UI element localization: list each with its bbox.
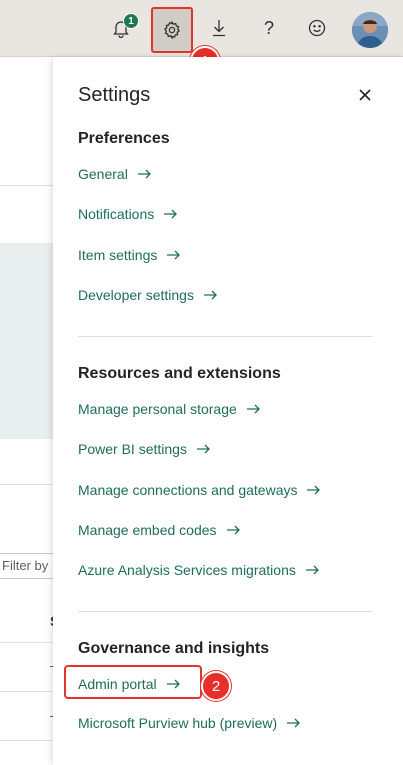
link-label: Manage embed codes: [78, 522, 217, 538]
section-heading-preferences: Preferences: [78, 130, 170, 147]
smile-icon[interactable]: [300, 11, 334, 45]
arrow-right-icon: [196, 444, 210, 454]
link-label: Azure Analysis Services migrations: [78, 562, 296, 578]
link-label: Notifications: [78, 206, 155, 222]
filter-input[interactable]: Filter by: [0, 553, 60, 579]
table-row-divider: [0, 740, 60, 741]
divider: [0, 185, 60, 186]
link-notifications[interactable]: Notifications: [78, 206, 178, 222]
table-row-divider: [0, 642, 60, 643]
arrow-right-icon: [226, 525, 240, 535]
table-row-divider: [0, 691, 60, 692]
link-manage-personal-storage[interactable]: Manage personal storage: [78, 401, 260, 417]
link-label: Manage personal storage: [78, 401, 237, 417]
arrow-right-icon: [307, 485, 321, 495]
section-heading-resources: Resources and extensions: [78, 365, 281, 382]
link-item-settings[interactable]: Item settings: [78, 247, 181, 263]
link-label: Developer settings: [78, 287, 194, 303]
link-admin-portal[interactable]: Admin portal: [78, 676, 180, 692]
step-callout-2: 2: [201, 671, 231, 701]
arrow-right-icon: [305, 565, 319, 575]
close-icon: [359, 89, 371, 101]
arrow-right-icon: [167, 250, 181, 260]
link-label: Admin portal: [78, 676, 157, 692]
link-power-bi-settings[interactable]: Power BI settings: [78, 441, 210, 457]
link-developer-settings[interactable]: Developer settings: [78, 287, 217, 303]
gear-icon[interactable]: [151, 7, 193, 53]
close-button[interactable]: [355, 85, 375, 105]
arrow-right-icon: [137, 169, 151, 179]
arrow-right-icon: [246, 404, 260, 414]
link-label: Power BI settings: [78, 441, 187, 457]
settings-title: Settings: [78, 84, 151, 106]
link-label: Microsoft Purview hub (preview): [78, 715, 278, 731]
section-heading-governance: Governance and insights: [78, 640, 270, 657]
arrow-right-icon: [287, 718, 301, 728]
section-divider: [78, 611, 373, 612]
help-icon[interactable]: ?: [252, 11, 286, 45]
section-divider: [78, 336, 373, 337]
link-general[interactable]: General: [78, 166, 151, 182]
link-label: General: [78, 166, 128, 182]
link-label: Manage connections and gateways: [78, 482, 298, 498]
background-page: Filter by S: [0, 57, 60, 765]
arrow-right-icon: [164, 209, 178, 219]
arrow-right-icon: [166, 679, 180, 689]
avatar[interactable]: [352, 12, 388, 48]
background-panel: [0, 243, 60, 439]
link-purview-hub[interactable]: Microsoft Purview hub (preview): [78, 715, 301, 731]
download-icon[interactable]: [202, 11, 236, 45]
settings-panel: Settings Preferences General Notificatio…: [53, 57, 403, 765]
link-manage-connections[interactable]: Manage connections and gateways: [78, 482, 321, 498]
link-manage-embed-codes[interactable]: Manage embed codes: [78, 522, 240, 538]
notification-badge: 1: [123, 13, 139, 29]
link-label: Item settings: [78, 247, 158, 263]
link-azure-analysis-migrations[interactable]: Azure Analysis Services migrations: [78, 562, 319, 578]
arrow-right-icon: [203, 290, 217, 300]
